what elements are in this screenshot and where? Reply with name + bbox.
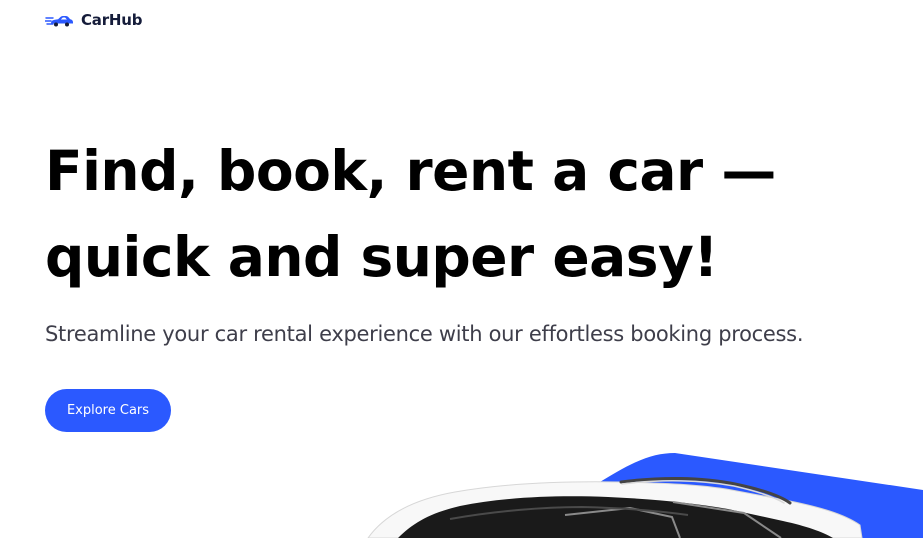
brand-name: CarHub [81,10,143,29]
hero-car-visual [330,445,923,538]
navbar: CarHub [45,8,143,32]
car-logo-icon [45,16,73,27]
logo-link[interactable]: CarHub [45,10,143,29]
hero-subtitle: Streamline your car rental experience wi… [45,322,804,346]
hero-title: Find, book, rent a car — quick and super… [45,139,776,289]
explore-cars-button[interactable]: Explore Cars [45,389,171,432]
